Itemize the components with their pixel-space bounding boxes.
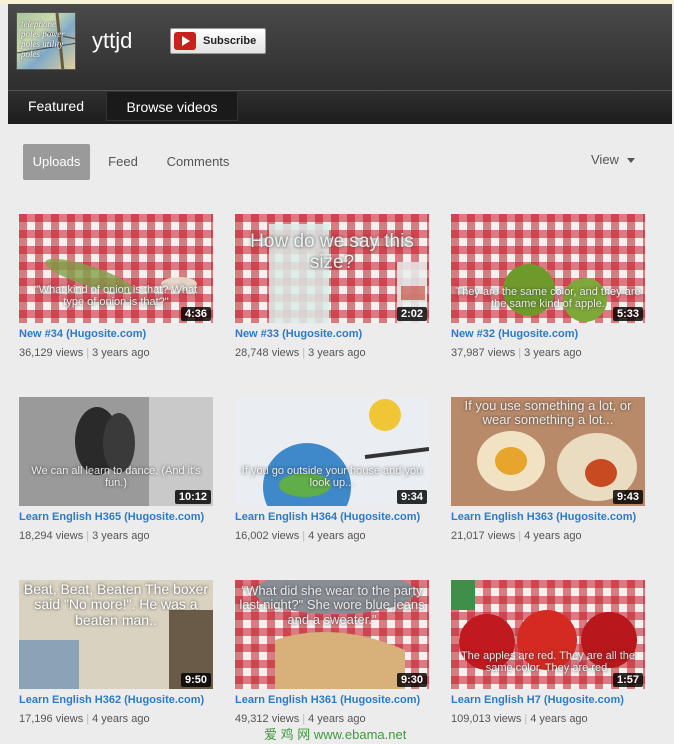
video-meta: 37,987 views | 3 years ago — [451, 347, 647, 359]
video-meta: 21,017 views | 4 years ago — [451, 530, 647, 542]
video-meta: 18,294 views | 3 years ago — [19, 530, 215, 542]
video-age: 3 years ago — [524, 347, 582, 359]
video-caption-overlay: If you go outside your house and you loo… — [241, 465, 423, 490]
video-card[interactable]: Beat, Beat, Beaten The boxer said "No mo… — [19, 580, 215, 725]
video-caption-overlay: How do we say this size? — [250, 231, 414, 273]
subtab-comments[interactable]: Comments — [163, 144, 233, 180]
video-meta: 109,013 views | 4 years ago — [451, 713, 647, 725]
subtab-uploads[interactable]: Uploads — [23, 144, 90, 180]
video-views: 16,002 views — [235, 530, 300, 542]
video-age: 4 years ago — [92, 713, 150, 725]
video-title-link[interactable]: Learn English H361 (Hugosite.com) — [235, 694, 431, 706]
video-card[interactable]: If you go outside your house and you loo… — [235, 397, 431, 542]
video-caption-overlay: The apples are red. They are all the sam… — [460, 650, 636, 675]
video-title-link[interactable]: Learn English H364 (Hugosite.com) — [235, 511, 431, 523]
meta-separator: | — [86, 713, 90, 725]
video-caption-overlay: We can all learn to dance. (And it's fun… — [31, 465, 201, 490]
video-title-link[interactable]: Learn English H7 (Hugosite.com) — [451, 694, 647, 706]
tab-featured[interactable]: Featured — [8, 91, 104, 121]
view-dropdown[interactable]: View — [591, 152, 635, 167]
video-views: 28,748 views — [235, 347, 300, 359]
video-card[interactable]: "What kind of onion is that? What type o… — [19, 214, 215, 359]
video-duration: 2:02 — [396, 307, 427, 321]
video-thumbnail[interactable]: If you go outside your house and you loo… — [235, 397, 429, 506]
channel-tab-bar: Featured Browse videos — [8, 90, 672, 124]
video-thumbnail[interactable]: "What did she wear to the party last nig… — [235, 580, 429, 689]
video-card[interactable]: How do we say this size? 2:02 New #33 (H… — [235, 214, 431, 359]
videos-panel: Uploads Feed Comments View "What kind of… — [8, 124, 666, 744]
video-title-link[interactable]: Learn English H363 (Hugosite.com) — [451, 511, 647, 523]
video-card[interactable]: The apples are red. They are all the sam… — [451, 580, 647, 725]
video-duration: 9:30 — [396, 673, 427, 687]
video-meta: 36,129 views | 3 years ago — [19, 347, 215, 359]
video-title-link[interactable]: New #32 (Hugosite.com) — [451, 328, 647, 340]
video-thumbnail[interactable]: They are the same color, and they are th… — [451, 214, 645, 323]
video-thumbnail[interactable]: How do we say this size? 2:02 — [235, 214, 429, 323]
video-views: 17,196 views — [19, 713, 84, 725]
video-views: 18,294 views — [19, 530, 84, 542]
video-thumbnail[interactable]: The apples are red. They are all the sam… — [451, 580, 645, 689]
chevron-down-icon — [626, 158, 635, 164]
video-card[interactable]: If you use something a lot, or wear some… — [451, 397, 647, 542]
video-duration: 9:43 — [612, 490, 643, 504]
video-meta: 16,002 views | 4 years ago — [235, 530, 431, 542]
video-age: 4 years ago — [524, 530, 582, 542]
view-label: View — [591, 152, 619, 167]
meta-separator: | — [518, 347, 522, 359]
video-caption-overlay: "What kind of onion is that? What type o… — [34, 284, 198, 309]
channel-header: telephone poles power poles utility pole… — [8, 4, 672, 90]
video-title-link[interactable]: New #33 (Hugosite.com) — [235, 328, 431, 340]
video-thumbnail[interactable]: We can all learn to dance. (And it's fun… — [19, 397, 213, 506]
video-meta: 28,748 views | 3 years ago — [235, 347, 431, 359]
video-age: 4 years ago — [530, 713, 588, 725]
youtube-play-icon — [174, 32, 196, 50]
subscribe-button[interactable]: Subscribe — [170, 28, 266, 54]
video-meta: 17,196 views | 4 years ago — [19, 713, 215, 725]
meta-separator: | — [86, 347, 90, 359]
video-caption-overlay: "What did she wear to the party last nig… — [239, 583, 425, 627]
site-watermark: 爱 鸡 网 www.ebama.net — [264, 727, 407, 742]
meta-separator: | — [86, 530, 90, 542]
video-caption-overlay: Beat, Beat, Beaten The boxer said "No mo… — [23, 581, 209, 628]
video-duration: 9:50 — [180, 673, 211, 687]
video-title-link[interactable]: Learn English H362 (Hugosite.com) — [19, 694, 215, 706]
meta-separator: | — [524, 713, 528, 725]
video-title-link[interactable]: Learn English H365 (Hugosite.com) — [19, 511, 215, 523]
video-duration: 5:33 — [612, 307, 643, 321]
video-age: 3 years ago — [92, 347, 150, 359]
meta-separator: | — [302, 530, 306, 542]
video-thumbnail[interactable]: "What kind of onion is that? What type o… — [19, 214, 213, 323]
tab-browse-videos[interactable]: Browse videos — [106, 91, 238, 121]
video-card[interactable]: They are the same color, and they are th… — [451, 214, 647, 359]
video-age: 4 years ago — [308, 530, 366, 542]
subscribe-label: Subscribe — [203, 35, 257, 47]
video-card[interactable]: "What did she wear to the party last nig… — [235, 580, 431, 725]
meta-separator: | — [518, 530, 522, 542]
video-views: 36,129 views — [19, 347, 84, 359]
channel-name[interactable]: yttjd — [92, 28, 132, 54]
meta-separator: | — [302, 347, 306, 359]
video-thumbnail[interactable]: If you use something a lot, or wear some… — [451, 397, 645, 506]
video-caption-overlay: If you use something a lot, or wear some… — [464, 398, 632, 428]
video-views: 21,017 views — [451, 530, 516, 542]
video-duration: 4:36 — [180, 307, 211, 321]
video-thumbnail[interactable]: Beat, Beat, Beaten The boxer said "No mo… — [19, 580, 213, 689]
channel-avatar[interactable]: telephone poles power poles utility pole… — [16, 12, 76, 70]
video-title-link[interactable]: New #34 (Hugosite.com) — [19, 328, 215, 340]
avatar-text: telephone poles power poles utility pole… — [21, 19, 65, 59]
video-duration: 9:34 — [396, 490, 427, 504]
video-duration: 1:57 — [612, 673, 643, 687]
video-age: 3 years ago — [308, 347, 366, 359]
video-age: 3 years ago — [92, 530, 150, 542]
video-views: 37,987 views — [451, 347, 516, 359]
video-duration: 10:12 — [174, 490, 211, 504]
video-card[interactable]: We can all learn to dance. (And it's fun… — [19, 397, 215, 542]
subtab-feed[interactable]: Feed — [103, 144, 143, 180]
video-views: 109,013 views — [451, 713, 522, 725]
